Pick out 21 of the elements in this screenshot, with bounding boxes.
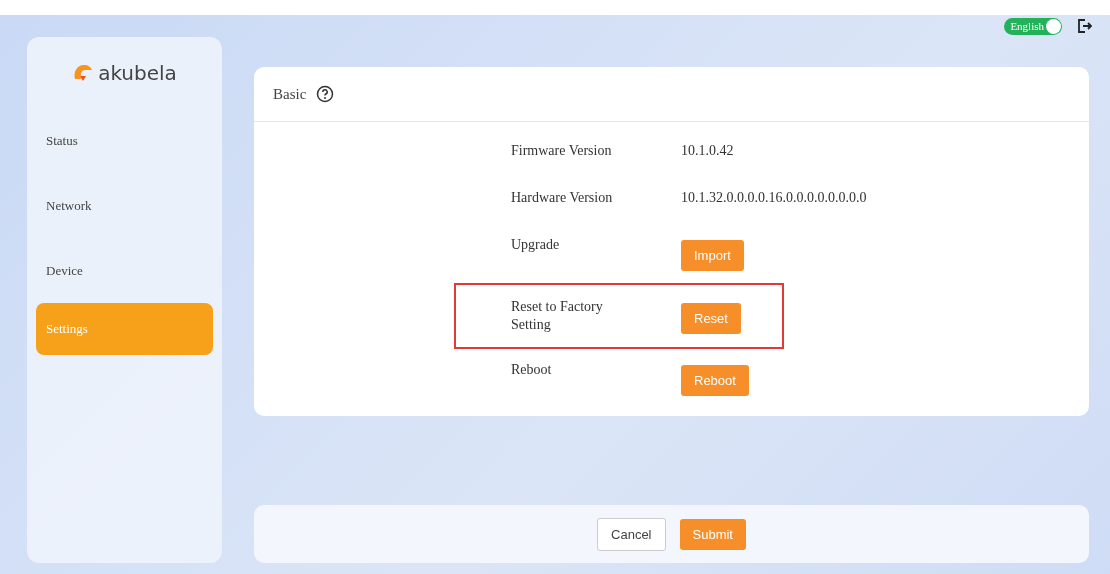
logo-text: akubela [98, 61, 177, 85]
action-button[interactable]: Reboot [681, 365, 749, 396]
field-label: Reset to Factory Setting [511, 298, 604, 334]
logout-icon[interactable] [1076, 18, 1092, 34]
panel-title: Basic [273, 85, 307, 103]
field-label: Upgrade [511, 236, 561, 254]
field-label: Firmware Version [511, 142, 613, 160]
action-button[interactable]: Reset [681, 302, 741, 334]
submit-button[interactable]: Submit [679, 518, 746, 550]
sidebar-item[interactable]: Device [36, 238, 213, 303]
action-button[interactable]: Import [681, 240, 744, 271]
field-label: Hardware Version [511, 189, 614, 207]
sidebar-item[interactable]: Settings [36, 303, 213, 355]
sidebar-item[interactable]: Status [36, 108, 213, 173]
sidebar-item[interactable]: Network [36, 173, 213, 238]
field-label: Reboot [511, 361, 553, 379]
language-toggle[interactable]: English [1004, 17, 1062, 35]
field-value: 10.1.0.42 [681, 142, 734, 160]
help-icon[interactable] [316, 85, 335, 103]
field-value: 10.1.32.0.0.0.0.16.0.0.0.0.0.0.0.0 [681, 189, 867, 207]
cancel-button[interactable]: Cancel [597, 517, 666, 551]
